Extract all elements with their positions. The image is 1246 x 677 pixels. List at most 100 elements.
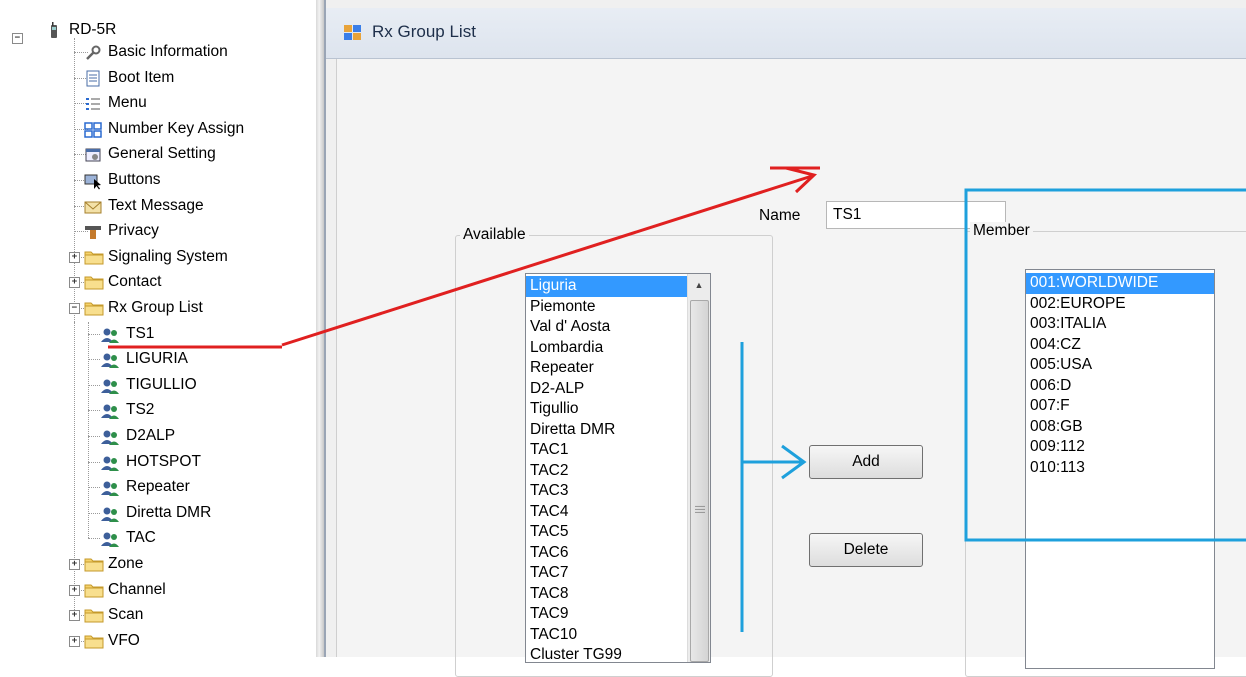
panel-title: Rx Group List — [372, 22, 476, 41]
available-item[interactable]: D2-ALP — [526, 379, 688, 400]
available-item[interactable]: TAC3 — [526, 481, 688, 502]
member-listbox[interactable]: 001:WORLDWIDE 002:EUROPE 003:ITALIA 004:CZ 0… — [1025, 269, 1215, 669]
collapse-toggle[interactable]: − — [69, 303, 80, 314]
available-item[interactable]: Val d' Aosta — [526, 317, 688, 338]
group-icon — [100, 402, 120, 419]
scroll-thumb[interactable]: — — — — [690, 300, 709, 662]
tree-guide-line — [88, 538, 100, 539]
tree-guide-line — [88, 322, 89, 538]
expand-toggle[interactable]: + — [69, 252, 80, 263]
available-item[interactable]: TAC10 — [526, 625, 688, 646]
member-item[interactable]: 003:ITALIA — [1026, 314, 1214, 335]
rx-group-item[interactable]: D2ALP — [100, 424, 175, 448]
tree-item[interactable]: Channel — [84, 578, 166, 602]
tree-item-label: Zone — [108, 555, 144, 572]
member-item[interactable]: 007:F — [1026, 396, 1214, 417]
available-item[interactable]: Lombardia — [526, 338, 688, 359]
collapse-toggle[interactable]: − — [12, 32, 23, 44]
folder-icon — [84, 607, 104, 624]
tree-item[interactable]: Zone — [84, 552, 143, 576]
rx-group-item[interactable]: TIGULLIO — [100, 373, 197, 397]
tree-item[interactable]: Privacy — [84, 219, 159, 243]
rx-group-item[interactable]: HOTSPOT — [100, 450, 201, 474]
tree-guide-line — [88, 359, 100, 360]
folder-icon — [84, 300, 104, 317]
member-item[interactable]: 001:WORLDWIDE — [1026, 273, 1214, 294]
panel-splitter[interactable] — [316, 0, 324, 657]
document-icon — [84, 70, 102, 87]
expand-toggle[interactable]: + — [69, 559, 80, 570]
rx-group-label: HOTSPOT — [126, 453, 201, 470]
available-item[interactable]: TAC6 — [526, 543, 688, 564]
navigation-tree: − RD-5R Basic Information Boot Item Menu Nu… — [0, 0, 316, 657]
available-item[interactable]: TAC8 — [526, 584, 688, 605]
available-scrollbar[interactable]: ▲ — — — — [687, 274, 710, 662]
available-item[interactable]: Tigullio — [526, 399, 688, 420]
available-listbox[interactable]: Liguria Piemonte Val d' Aosta Lombardia Repe… — [525, 273, 711, 663]
tree-item[interactable]: Menu — [84, 91, 147, 115]
available-item[interactable]: TAC1 — [526, 440, 688, 461]
rx-group-item[interactable]: TS1 — [100, 322, 154, 346]
scroll-grip-icon: — — — — [695, 501, 705, 518]
tree-item[interactable]: Contact — [84, 270, 161, 294]
member-item[interactable]: 006:D — [1026, 376, 1214, 397]
member-item[interactable]: 010:113 — [1026, 458, 1214, 479]
member-item[interactable]: 002:EUROPE — [1026, 294, 1214, 315]
group-icon — [100, 351, 120, 368]
available-item[interactable]: TAC2 — [526, 461, 688, 482]
folder-icon — [84, 249, 104, 266]
cursor-icon — [84, 172, 102, 189]
available-item[interactable]: Cluster TG99 — [526, 645, 688, 662]
keys-icon — [84, 121, 102, 138]
tree-item[interactable]: Signaling System — [84, 245, 228, 269]
add-button[interactable]: Add — [809, 445, 923, 479]
available-item[interactable]: Diretta DMR — [526, 420, 688, 441]
tree-guide-line — [88, 410, 100, 411]
tree-item[interactable]: Basic Information — [84, 40, 228, 64]
rx-group-form: Name Available LiguriaPiemonteVal d' Aos… — [336, 59, 1246, 677]
tree-item[interactable]: Boot Item — [84, 66, 174, 90]
rx-group-label: D2ALP — [126, 427, 176, 444]
tree-item[interactable]: Number Key Assign — [84, 117, 244, 141]
member-item[interactable]: 008:GB — [1026, 417, 1214, 438]
available-item[interactable]: Piemonte — [526, 297, 688, 318]
tree-item[interactable]: Buttons — [84, 168, 161, 192]
tree-item[interactable]: VFO — [84, 629, 140, 653]
rx-group-label: TAC — [126, 529, 156, 546]
available-item[interactable]: TAC5 — [526, 522, 688, 543]
member-item[interactable]: 005:USA — [1026, 355, 1214, 376]
folder-icon — [84, 633, 104, 650]
tree-item[interactable]: General Setting — [84, 142, 216, 166]
delete-button[interactable]: Delete — [809, 533, 923, 567]
member-item[interactable]: 004:CZ — [1026, 335, 1214, 356]
rx-group-label: TIGULLIO — [126, 376, 197, 393]
wrench-icon — [84, 44, 102, 61]
expand-toggle[interactable]: + — [69, 277, 80, 288]
group-icon — [100, 454, 120, 471]
tree-item[interactable]: Rx Group List — [84, 296, 203, 320]
tree-item[interactable]: Text Message — [84, 194, 204, 218]
rx-group-item[interactable]: TS2 — [100, 398, 154, 422]
available-item[interactable]: TAC4 — [526, 502, 688, 523]
tree-item-label: Menu — [108, 94, 147, 111]
rx-group-item[interactable]: LIGURIA — [100, 347, 188, 371]
privacy-icon — [84, 223, 102, 240]
expand-toggle[interactable]: + — [69, 636, 80, 647]
rx-group-item[interactable]: Repeater — [100, 475, 190, 499]
expand-toggle[interactable]: + — [69, 585, 80, 596]
available-item[interactable]: TAC7 — [526, 563, 688, 584]
scroll-up-arrow-icon[interactable]: ▲ — [688, 274, 710, 296]
tree-root-label: RD-5R — [69, 21, 117, 38]
tree-item-label: VFO — [108, 632, 140, 649]
tree-root[interactable]: − RD-5R — [12, 18, 117, 44]
available-item[interactable]: TAC9 — [526, 604, 688, 625]
tree-guide-line — [88, 385, 100, 386]
expand-toggle[interactable]: + — [69, 610, 80, 621]
rx-group-item[interactable]: TAC — [100, 526, 156, 550]
tree-item[interactable]: Scan — [84, 603, 143, 627]
available-item[interactable]: Repeater — [526, 358, 688, 379]
available-item[interactable]: Liguria — [526, 276, 688, 297]
rx-group-label: TS1 — [126, 325, 155, 342]
rx-group-item[interactable]: Diretta DMR — [100, 501, 211, 525]
member-item[interactable]: 009:112 — [1026, 437, 1214, 458]
